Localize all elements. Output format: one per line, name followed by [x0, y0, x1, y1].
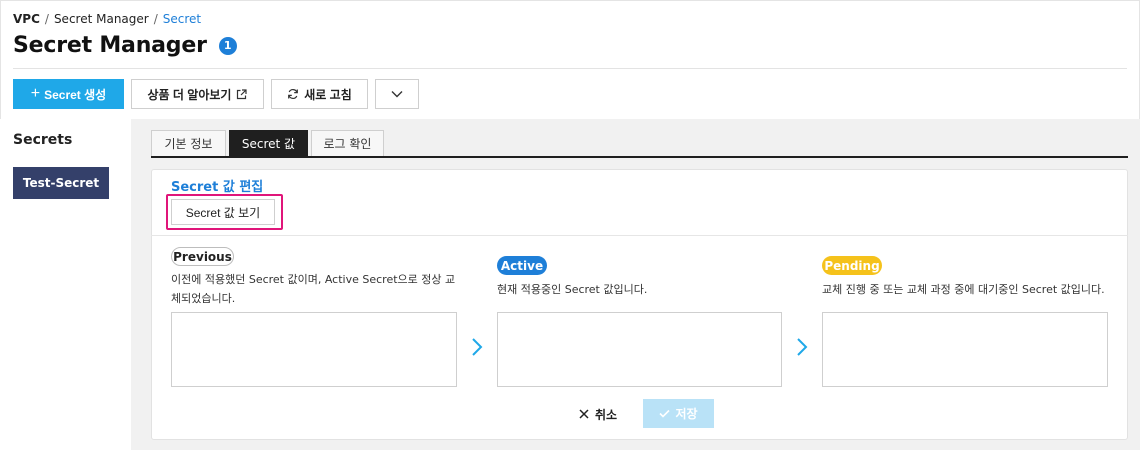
plus-icon: + — [30, 85, 41, 102]
chevron-right-icon — [797, 338, 808, 356]
breadcrumb-separator: / — [153, 12, 158, 26]
sidebar-item-test-secret[interactable]: Test-Secret — [13, 167, 109, 199]
toolbar: + Secret 생성 상품 더 알아보기 새로 고침 — [13, 79, 419, 109]
count-badge: 1 — [218, 36, 237, 55]
tab-log[interactable]: 로그 확인 — [311, 130, 384, 156]
cancel-label: 취소 — [595, 407, 618, 422]
more-actions-button[interactable] — [375, 79, 419, 109]
refresh-button[interactable]: 새로 고침 — [271, 79, 368, 109]
sidebar-heading: Secrets — [13, 132, 73, 148]
breadcrumb-separator: / — [44, 12, 49, 26]
pending-badge: Pending — [822, 256, 882, 275]
create-secret-label: Secret 생성 — [44, 87, 107, 102]
previous-value-box — [171, 312, 457, 387]
create-secret-button[interactable]: + Secret 생성 — [13, 79, 124, 109]
page-title: Secret Manager — [13, 33, 207, 58]
editor-title: Secret 값 편집 — [171, 180, 264, 195]
breadcrumb-item-secret-manager[interactable]: Secret Manager — [54, 12, 149, 26]
save-label: 저장 — [675, 407, 698, 421]
breadcrumb-item-secret: Secret — [162, 12, 202, 26]
learn-more-label: 상품 더 알아보기 — [147, 87, 232, 102]
breadcrumb-item-vpc[interactable]: VPC — [13, 12, 40, 26]
tab-secret-value[interactable]: Secret 값 — [229, 130, 308, 156]
active-value-box — [497, 312, 782, 387]
refresh-icon — [288, 88, 299, 100]
breadcrumb: VPC / Secret Manager / Secret — [13, 12, 201, 26]
check-icon — [659, 409, 671, 418]
active-description: 현재 적용중인 Secret 값입니다. — [497, 283, 648, 296]
pending-value-box — [822, 312, 1108, 387]
learn-more-button[interactable]: 상품 더 알아보기 — [131, 79, 264, 109]
chevron-down-icon — [391, 91, 403, 98]
chevron-right-icon — [472, 338, 483, 356]
save-button[interactable]: 저장 — [643, 399, 714, 428]
tab-underline — [151, 156, 1128, 158]
pending-description: 교체 진행 중 또는 교체 과정 중에 대기중인 Secret 값입니다. — [822, 283, 1105, 296]
previous-badge: Previous — [171, 247, 234, 266]
header-divider — [13, 68, 1127, 69]
tab-basic-info[interactable]: 기본 정보 — [151, 130, 226, 156]
active-badge: Active — [497, 256, 547, 275]
tab-bar: 기본 정보 Secret 값 로그 확인 — [151, 130, 384, 156]
cancel-button[interactable]: 취소 — [579, 400, 617, 428]
refresh-label: 새로 고침 — [304, 87, 352, 102]
card-divider — [151, 235, 1128, 236]
external-link-icon — [237, 88, 248, 99]
close-icon — [579, 409, 589, 419]
previous-description: 이전에 적용했던 Secret 값이며, Active Secret으로 정상 … — [171, 273, 456, 305]
title-row: Secret Manager 1 — [13, 33, 237, 58]
view-secret-value-button[interactable]: Secret 값 보기 — [171, 199, 275, 225]
